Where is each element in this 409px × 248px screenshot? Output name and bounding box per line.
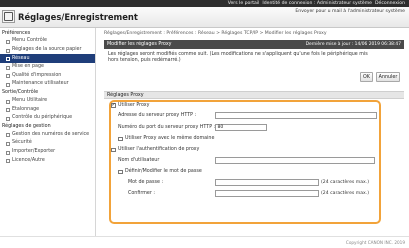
sidebar-section-preferences: Préférences	[2, 30, 31, 36]
use-proxy-label: Utiliser Proxy	[118, 102, 150, 108]
sidebar-section-output: Sortie/Contrôle	[2, 90, 39, 96]
set-password-label: Définir/Modifier le mot de passe	[125, 169, 202, 174]
logout-link[interactable]: Déconnexion	[375, 1, 405, 6]
password-hint: (24 caractères max.)	[321, 180, 370, 185]
proxy-auth-label: Utiliser l'authentification de proxy	[118, 147, 200, 152]
same-domain-checkbox[interactable]	[118, 136, 123, 141]
sidebar-item-license[interactable]: Licence/Autre	[0, 156, 95, 165]
info-message: Les réglages seront modifiés comme suit.…	[108, 52, 368, 64]
last-updated: Dernière mise à jour : 14/06 2019 06:38:…	[305, 42, 401, 47]
sidebar-section-management: Réglages de gestion	[2, 123, 51, 129]
ok-button[interactable]: OK	[360, 72, 373, 82]
same-domain-label: Utiliser Proxy avec le même domaine	[125, 136, 215, 141]
app-title: Réglages/Enregistrement	[18, 12, 138, 22]
portal-link[interactable]: Vers le portail	[228, 1, 260, 6]
breadcrumb: Réglages/Enregistrement : Préférences : …	[104, 31, 327, 36]
set-password-checkbox[interactable]	[118, 169, 123, 174]
server-address-input[interactable]	[215, 112, 377, 119]
confirm-password-input[interactable]	[215, 190, 319, 197]
sidebar-item-network[interactable]: Réseau	[0, 54, 95, 63]
sidebar-item-service-numbers[interactable]: Gestion des numéros de service	[0, 130, 95, 139]
sidebar-item-layout[interactable]: Mise en page	[0, 63, 95, 72]
sidebar-item-utility-menu[interactable]: Menu Utilitaire	[0, 97, 95, 106]
proxy-port-input[interactable]: 80	[215, 124, 267, 131]
sidebar-item-security[interactable]: Sécurité	[0, 139, 95, 148]
sidebar-item-paper-source[interactable]: Réglages de la source papier	[0, 46, 95, 55]
panel-header: Modifier les réglages Proxy Dernière mis…	[104, 40, 404, 49]
sidebar-item-device-control[interactable]: Contrôle du périphérique	[0, 114, 95, 123]
username-input[interactable]	[215, 157, 375, 164]
sidebar-item-control-menu[interactable]: Menu Contrôle	[0, 37, 95, 46]
confirm-hint: (24 caractères max.)	[321, 191, 370, 196]
use-proxy-checkbox[interactable]	[111, 102, 116, 108]
proxy-auth-checkbox[interactable]	[111, 147, 116, 152]
cancel-button[interactable]: Annuler	[376, 72, 400, 82]
password-input[interactable]	[215, 179, 319, 186]
mail-admin-link[interactable]: Envoyer pour u mail à l'administrateur s…	[295, 9, 405, 14]
login-identity: Identité de connexion : Administrateur s…	[262, 1, 372, 6]
sidebar-item-calibration[interactable]: Etalonnage	[0, 105, 95, 114]
page-title: Modifier les réglages Proxy	[107, 42, 172, 47]
app-header: Réglages/Enregistrement Envoyer pour u m…	[0, 7, 409, 28]
proxy-port-label: Numéro du port du serveur proxy HTTP :	[118, 125, 216, 130]
proxy-section-header: Réglages Proxy	[104, 91, 404, 99]
password-label: Mot de passe :	[128, 180, 164, 185]
sidebar-item-user-maintenance[interactable]: Maintenance utilisateur	[0, 80, 95, 89]
confirm-label: Confirmer :	[128, 191, 155, 196]
username-label: Nom d'utilisateur	[118, 158, 160, 163]
sidebar-item-print-quality[interactable]: Qualité d'impression	[0, 71, 95, 80]
settings-app-icon	[2, 10, 15, 23]
sidebar-item-import-export[interactable]: Importer/Exporter	[0, 148, 95, 157]
sidebar: Préférences Menu Contrôle Réglages de la…	[0, 28, 96, 236]
copyright: Copyright CANON INC. 2019	[345, 240, 405, 245]
server-address-label: Adresse du serveur proxy HTTP :	[118, 113, 197, 118]
top-bar: Vers le portail Identité de connexion : …	[0, 0, 409, 7]
footer: Copyright CANON INC. 2019	[0, 236, 409, 248]
